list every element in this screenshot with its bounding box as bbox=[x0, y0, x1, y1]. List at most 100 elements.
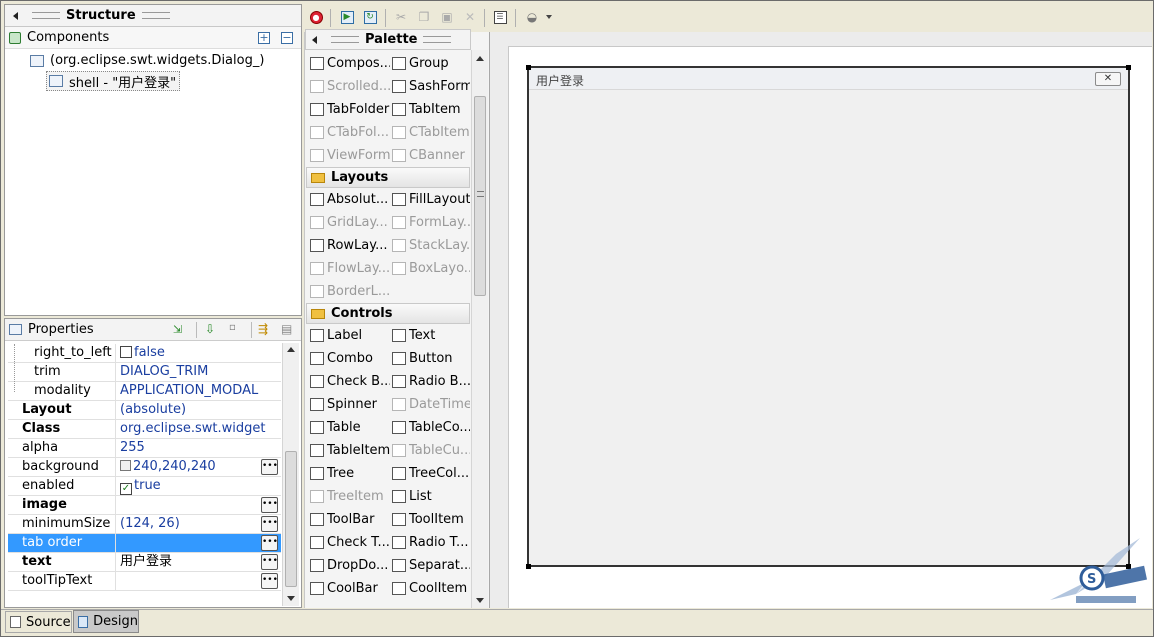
ellipsis-button[interactable]: ••• bbox=[261, 516, 278, 532]
menu-icon[interactable]: ▤ bbox=[281, 322, 295, 338]
property-row[interactable]: Layout (absolute) bbox=[8, 401, 281, 420]
palette-item[interactable]: Group bbox=[392, 52, 470, 74]
goto-definition-icon[interactable]: ⇲ bbox=[173, 323, 187, 337]
property-row[interactable]: background 240,240,240 ••• bbox=[8, 458, 281, 477]
ellipsis-button[interactable]: ••• bbox=[261, 535, 278, 551]
property-value[interactable] bbox=[120, 496, 266, 515]
checkbox-icon[interactable] bbox=[120, 346, 132, 358]
palette-item[interactable]: Separat... bbox=[392, 554, 470, 576]
property-row[interactable]: tab order ••• bbox=[8, 534, 281, 553]
tree-item-dialog[interactable]: (org.eclipse.swt.widgets.Dialog_) bbox=[30, 51, 264, 70]
palette-item[interactable]: Tree bbox=[310, 462, 390, 484]
property-row[interactable]: alpha 255 bbox=[8, 439, 281, 458]
palette-category-controls[interactable]: Controls bbox=[306, 303, 470, 324]
property-value[interactable]: (absolute) bbox=[120, 401, 266, 420]
palette-category-layouts[interactable]: Layouts bbox=[306, 167, 470, 188]
palette-item[interactable]: StackLay... bbox=[392, 234, 470, 256]
show-events-icon[interactable]: ⇩ bbox=[205, 322, 219, 338]
palette-item[interactable]: FormLay... bbox=[392, 211, 470, 233]
palette-item[interactable]: Label bbox=[310, 324, 390, 346]
palette-item[interactable]: TableCu... bbox=[392, 439, 470, 461]
palette-item[interactable]: CoolBar bbox=[310, 577, 390, 599]
tab-source[interactable]: Source bbox=[5, 611, 72, 633]
palette-item[interactable]: Radio T... bbox=[392, 531, 470, 553]
property-row[interactable]: modality APPLICATION_MODAL bbox=[8, 382, 281, 401]
collapse-left-icon[interactable] bbox=[312, 35, 317, 44]
property-row[interactable]: minimumSize (124, 26) ••• bbox=[8, 515, 281, 534]
palette-item[interactable]: CTabFol... bbox=[310, 121, 390, 143]
palette-item[interactable]: Button bbox=[392, 347, 470, 369]
property-value[interactable]: DIALOG_TRIM bbox=[120, 363, 266, 382]
property-row[interactable]: text 用户登录 ••• bbox=[8, 553, 281, 572]
palette-item[interactable]: ToolBar bbox=[310, 508, 390, 530]
palette-item[interactable]: CTabItem bbox=[392, 121, 470, 143]
property-value[interactable] bbox=[120, 534, 266, 553]
palette-item[interactable]: Text bbox=[392, 324, 470, 346]
default-value-icon[interactable]: ▫ bbox=[229, 322, 243, 338]
palette-item[interactable]: Scrolled... bbox=[310, 75, 390, 97]
palette-item[interactable]: Combo bbox=[310, 347, 390, 369]
property-row[interactable]: Class org.eclipse.swt.widgets.Sh... bbox=[8, 420, 281, 439]
resize-handle[interactable] bbox=[526, 564, 531, 569]
palette-item[interactable]: FlowLay... bbox=[310, 257, 390, 279]
property-row[interactable]: toolTipText ••• bbox=[8, 572, 281, 591]
property-row[interactable]: image ••• bbox=[8, 496, 281, 515]
chevron-down-icon[interactable] bbox=[543, 8, 555, 26]
scroll-down-icon[interactable] bbox=[476, 598, 484, 603]
shell-window[interactable]: 用户登录 ✕ bbox=[527, 66, 1130, 567]
property-row[interactable]: right_to_left false bbox=[8, 344, 281, 363]
palette-item[interactable]: Table bbox=[310, 416, 390, 438]
ellipsis-button[interactable]: ••• bbox=[261, 497, 278, 513]
property-value[interactable]: (124, 26) bbox=[120, 515, 266, 534]
palette-item[interactable]: ViewForm bbox=[310, 144, 390, 166]
palette-item[interactable]: RowLay... bbox=[310, 234, 390, 256]
palette-scrollbar[interactable] bbox=[471, 50, 488, 608]
checkbox-checked-icon[interactable]: ✓ bbox=[120, 483, 132, 495]
property-value[interactable]: false bbox=[120, 344, 266, 363]
palette-item[interactable]: TabFolder bbox=[310, 98, 390, 120]
palette-item[interactable]: BoxLayo... bbox=[392, 257, 470, 279]
collapse-all-icon[interactable]: − bbox=[281, 32, 293, 44]
close-icon[interactable]: ✕ bbox=[1095, 72, 1121, 86]
collapse-left-icon[interactable] bbox=[13, 11, 18, 20]
palette-item[interactable]: TableCo... bbox=[392, 416, 470, 438]
palette-item[interactable]: FillLayout bbox=[392, 188, 470, 210]
ellipsis-button[interactable]: ••• bbox=[261, 573, 278, 589]
cut-icon[interactable]: ✂ bbox=[392, 8, 410, 26]
palette-item[interactable]: SashForm bbox=[392, 75, 470, 97]
tab-design[interactable]: Design bbox=[73, 610, 139, 633]
property-value[interactable]: org.eclipse.swt.widgets.Sh... bbox=[120, 420, 266, 439]
palette-item[interactable]: GridLay... bbox=[310, 211, 390, 233]
test-gui-icon[interactable]: ● bbox=[307, 8, 325, 26]
palette-item[interactable]: Radio B... bbox=[392, 370, 470, 392]
scroll-thumb[interactable] bbox=[474, 96, 486, 296]
property-value[interactable]: 用户登录 bbox=[120, 553, 266, 572]
palette-item[interactable]: TreeCol... bbox=[392, 462, 470, 484]
scroll-thumb[interactable] bbox=[285, 451, 297, 587]
show-advanced-icon[interactable]: ⇶ bbox=[258, 322, 274, 338]
expand-all-icon[interactable]: + bbox=[258, 32, 270, 44]
resize-handle[interactable] bbox=[1126, 65, 1131, 70]
ellipsis-button[interactable]: ••• bbox=[261, 459, 278, 475]
property-row[interactable]: enabled ✓ true bbox=[8, 477, 281, 496]
palette-item[interactable]: BorderL... bbox=[310, 280, 390, 302]
palette-item[interactable]: DateTime bbox=[392, 393, 470, 415]
ellipsis-button[interactable]: ••• bbox=[261, 554, 278, 570]
palette-item[interactable]: TabItem bbox=[392, 98, 470, 120]
palette-item[interactable]: List bbox=[392, 485, 470, 507]
palette-item[interactable]: ToolItem bbox=[392, 508, 470, 530]
palette-item[interactable]: Check T... bbox=[310, 531, 390, 553]
scroll-up-icon[interactable] bbox=[476, 56, 484, 61]
properties-scrollbar[interactable] bbox=[282, 343, 299, 606]
property-value[interactable]: 240,240,240 bbox=[120, 458, 266, 477]
palette-item[interactable]: Spinner bbox=[310, 393, 390, 415]
palette-item[interactable]: Check B... bbox=[310, 370, 390, 392]
palette-item[interactable]: TreeItem bbox=[310, 485, 390, 507]
property-value[interactable]: ✓ true bbox=[120, 477, 266, 496]
palette-item[interactable]: CoolItem bbox=[392, 577, 470, 599]
look-and-feel-icon[interactable]: ◒ bbox=[523, 8, 541, 26]
copy-icon[interactable]: ❐ bbox=[415, 8, 433, 26]
scroll-up-icon[interactable] bbox=[287, 347, 295, 352]
paste-icon[interactable]: ▣ bbox=[438, 8, 456, 26]
scroll-down-icon[interactable] bbox=[287, 596, 295, 601]
